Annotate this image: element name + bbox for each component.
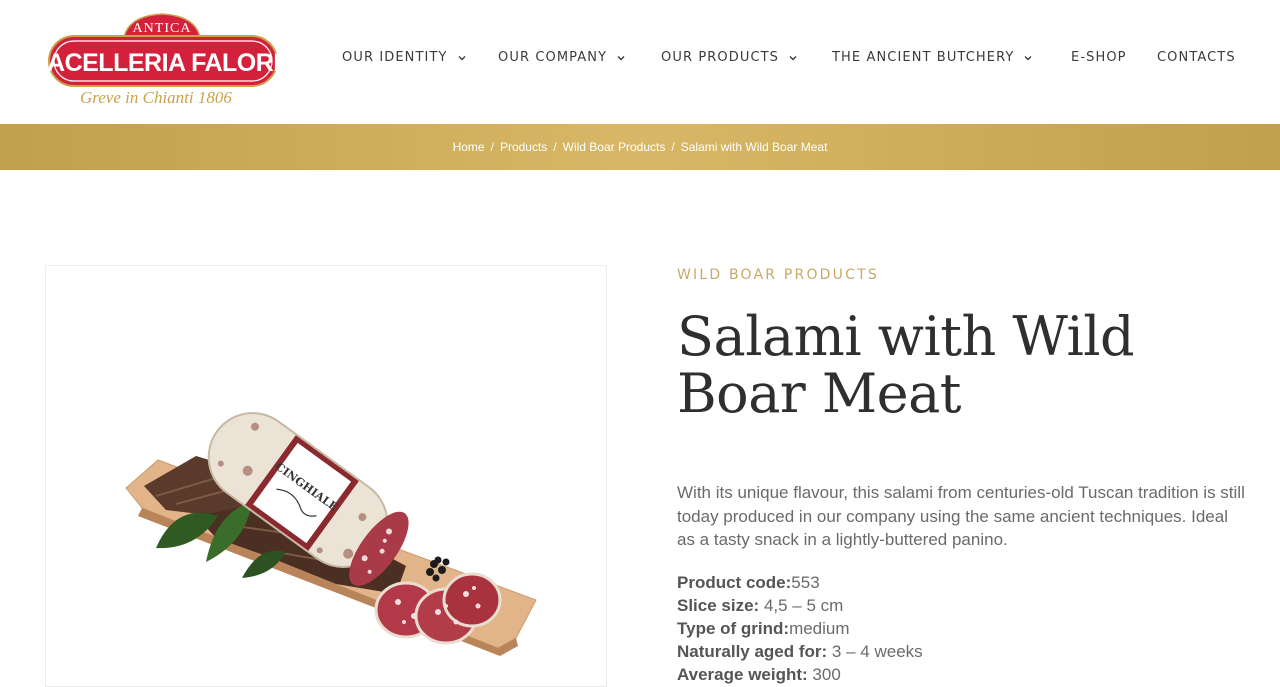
- spec-row: Product code:553: [677, 571, 1237, 594]
- breadcrumb-separator: /: [490, 140, 494, 154]
- chevron-down-icon: [458, 55, 466, 60]
- breadcrumb-products[interactable]: Products: [500, 140, 547, 154]
- chevron-down-icon: [617, 55, 625, 60]
- product-image-frame[interactable]: CINGHIALE: [45, 265, 607, 687]
- breadcrumb-current: Salami with Wild Boar Meat: [680, 140, 828, 154]
- product-description: With its unique flavour, this salami fro…: [677, 483, 1245, 549]
- breadcrumb-bar: Home / Products / Wild Boar Products / S…: [0, 124, 1280, 170]
- spec-label: Average weight:: [677, 665, 808, 684]
- nav-contacts[interactable]: CONTACTS: [1157, 50, 1236, 65]
- nav-label: CONTACTS: [1157, 50, 1236, 65]
- product-specs: Product code:553 Slice size: 4,5 – 5 cm …: [677, 571, 1237, 686]
- spec-row: Naturally aged for: 3 – 4 weeks: [677, 640, 1237, 663]
- product-image: CINGHIALE: [125, 412, 537, 656]
- site-header: ANTICA MACELLERIA FALORNI Greve in Chian…: [0, 0, 1280, 124]
- logo-top-text: ANTICA: [133, 21, 192, 36]
- nav-label: E-SHOP: [1071, 50, 1127, 65]
- nav-label: OUR PRODUCTS: [661, 50, 780, 65]
- nav-our-identity[interactable]: OUR IDENTITY: [342, 50, 467, 65]
- logo-name: MACELLERIA FALORNI: [46, 49, 280, 77]
- breadcrumb-wild-boar-products[interactable]: Wild Boar Products: [563, 140, 666, 154]
- spec-row: Slice size: 4,5 – 5 cm: [677, 594, 1237, 617]
- spec-label: Product code:: [677, 573, 792, 592]
- spec-value: 3 – 4 weeks: [827, 642, 923, 661]
- spec-row: Average weight: 300: [677, 663, 1237, 686]
- spec-value: medium: [789, 619, 850, 638]
- spec-value: 553: [791, 573, 820, 592]
- nav-ancient-butchery[interactable]: THE ANCIENT BUTCHERY: [832, 50, 1033, 65]
- breadcrumb-separator: /: [671, 140, 675, 154]
- chevron-down-icon: [1024, 55, 1032, 60]
- logo-tagline: Greve in Chianti 1806: [80, 88, 232, 107]
- nav-label: THE ANCIENT BUTCHERY: [832, 50, 1015, 65]
- spec-label: Naturally aged for:: [677, 642, 828, 661]
- nav-our-company[interactable]: OUR COMPANY: [498, 50, 626, 65]
- chevron-down-icon: [789, 55, 797, 60]
- site-logo[interactable]: ANTICA MACELLERIA FALORNI Greve in Chian…: [27, 12, 298, 112]
- product-title: Salami with Wild Boar Meat: [677, 305, 1135, 425]
- nav-label: OUR IDENTITY: [342, 50, 448, 65]
- breadcrumb-home[interactable]: Home: [453, 140, 485, 154]
- product-category[interactable]: WILD BOAR PRODUCTS: [677, 267, 879, 283]
- nav-label: OUR COMPANY: [498, 50, 608, 65]
- spec-value: 300: [807, 665, 841, 684]
- spec-row: Type of grind:medium: [677, 617, 1237, 640]
- spec-label: Slice size:: [677, 596, 760, 615]
- spec-value: 4,5 – 5 cm: [759, 596, 844, 615]
- nav-e-shop[interactable]: E-SHOP: [1071, 50, 1127, 65]
- breadcrumb: Home / Products / Wild Boar Products / S…: [453, 140, 828, 154]
- nav-our-products[interactable]: OUR PRODUCTS: [661, 50, 798, 65]
- breadcrumb-separator: /: [553, 140, 557, 154]
- spec-label: Type of grind:: [677, 619, 790, 638]
